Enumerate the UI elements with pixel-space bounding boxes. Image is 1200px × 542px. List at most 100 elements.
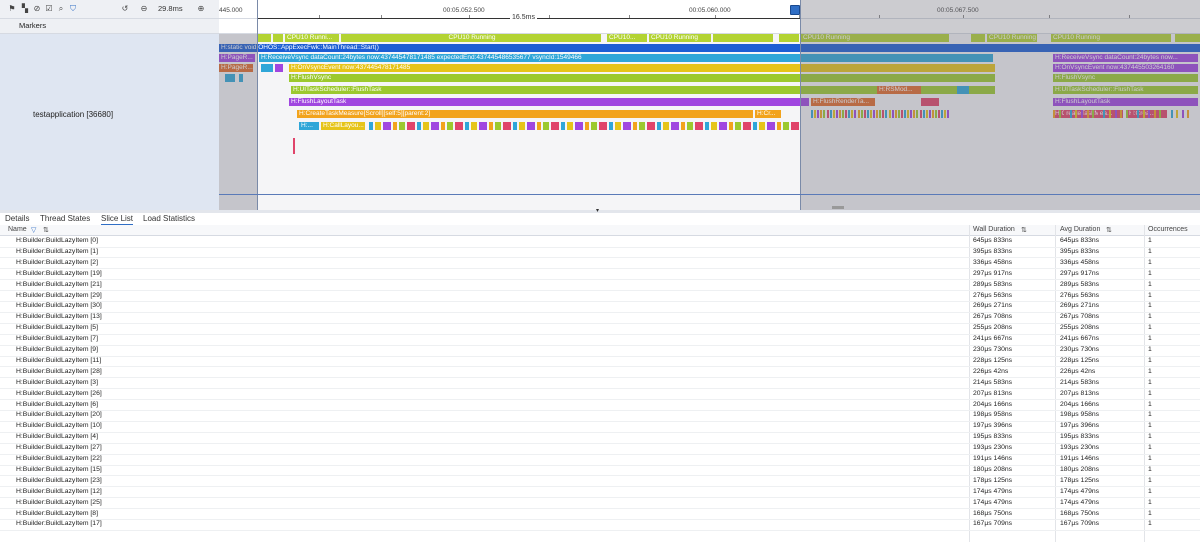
selection-end-line[interactable] bbox=[800, 0, 801, 210]
undo-icon[interactable]: ↺ bbox=[120, 3, 130, 14]
cpu-slice[interactable]: CPU10 Running bbox=[649, 34, 711, 42]
cpu-slice[interactable]: CPU10 Running bbox=[1051, 34, 1171, 42]
table-row[interactable]: H:Builder:BuildLazyItem [20] 198μs 958ns 1… bbox=[0, 410, 1200, 422]
tab-thread-states[interactable]: Thread States bbox=[40, 213, 90, 224]
slice-item[interactable] bbox=[489, 122, 493, 130]
checklist-icon[interactable]: ☑ bbox=[44, 3, 54, 14]
marker-icon[interactable]: ▚ bbox=[20, 3, 30, 14]
table-row[interactable]: H:Builder:BuildLazyItem [21] 289μs 583ns 2… bbox=[0, 280, 1200, 292]
column-avg-header[interactable]: Avg Duration bbox=[1060, 226, 1100, 233]
slice-item[interactable] bbox=[369, 122, 373, 130]
table-row[interactable]: H:Builder:BuildLazyItem [17] 167μs 709ns 1… bbox=[0, 519, 1200, 531]
slice-on-vsync-right[interactable]: H:OnVsyncEvent now:437445503264160 bbox=[1053, 64, 1198, 72]
slice-item[interactable] bbox=[465, 122, 469, 130]
slice-item[interactable] bbox=[609, 122, 613, 130]
slice-item[interactable] bbox=[687, 122, 693, 130]
slice-item[interactable] bbox=[633, 122, 637, 130]
slice-item[interactable] bbox=[743, 122, 751, 130]
slice-item[interactable] bbox=[561, 122, 565, 130]
slice-item[interactable] bbox=[705, 122, 709, 130]
slice-item[interactable] bbox=[455, 122, 463, 130]
table-row[interactable]: H:Builder:BuildLazyItem [29] 276μs 563ns 2… bbox=[0, 291, 1200, 303]
slice-item[interactable] bbox=[399, 122, 405, 130]
cpu-slice[interactable]: CPU10 Running bbox=[987, 34, 1037, 42]
cpu-slice[interactable]: CPU10 Running bbox=[801, 34, 949, 42]
slice-receive-vsync[interactable]: H:ReceiveVsync dataCount:24bytes now:437… bbox=[259, 54, 993, 62]
range-handle-icon[interactable] bbox=[790, 5, 800, 15]
slice-item[interactable] bbox=[777, 122, 781, 130]
table-row[interactable]: H:Builder:BuildLazyItem [9] 230μs 730ns 23… bbox=[0, 345, 1200, 357]
slice-item[interactable] bbox=[719, 122, 727, 130]
slice-item[interactable] bbox=[729, 122, 733, 130]
cpu-slice[interactable]: CPU10 Running bbox=[341, 34, 601, 42]
slice-item[interactable] bbox=[431, 122, 439, 130]
slice-item[interactable] bbox=[441, 122, 445, 130]
slice-item[interactable] bbox=[519, 122, 525, 130]
table-row[interactable]: H:Builder:BuildLazyItem [23] 178μs 125ns 1… bbox=[0, 476, 1200, 488]
slice-item[interactable] bbox=[681, 122, 685, 130]
cpu-slice[interactable]: CPU10 Runni... bbox=[285, 34, 339, 42]
time-ruler[interactable]: 445.000 00:05.052.500 00:05.060.000 00:0… bbox=[219, 0, 1200, 19]
table-row[interactable]: H:Builder:BuildLazyItem [13] 267μs 708ns 2… bbox=[0, 312, 1200, 324]
table-row[interactable]: H:Builder:BuildLazyItem [12] 174μs 479ns 1… bbox=[0, 487, 1200, 499]
table-row[interactable]: H:Builder:BuildLazyItem [1] 395μs 833ns 39… bbox=[0, 247, 1200, 259]
slice-item[interactable] bbox=[407, 122, 415, 130]
slice-item[interactable] bbox=[623, 122, 631, 130]
table-row[interactable]: H:Builder:BuildLazyItem [26] 207μs 813ns 2… bbox=[0, 389, 1200, 401]
slice-h-short[interactable]: H:... bbox=[299, 122, 319, 130]
slice-item[interactable] bbox=[527, 122, 535, 130]
slice-item[interactable] bbox=[575, 122, 583, 130]
slice-item[interactable] bbox=[647, 122, 655, 130]
table-row[interactable]: H:Builder:BuildLazyItem [6] 204μs 166ns 20… bbox=[0, 400, 1200, 412]
slice-item[interactable] bbox=[585, 122, 589, 130]
table-row[interactable]: H:Builder:BuildLazyItem [2] 336μs 458ns 33… bbox=[0, 258, 1200, 270]
slice-item[interactable] bbox=[735, 122, 741, 130]
tab-slice-list[interactable]: Slice List bbox=[101, 213, 134, 225]
slice-item[interactable] bbox=[753, 122, 757, 130]
column-occ-header[interactable]: Occurrences bbox=[1148, 226, 1188, 233]
markers-strip[interactable] bbox=[219, 19, 1200, 34]
slice-item[interactable] bbox=[551, 122, 559, 130]
slice-item[interactable] bbox=[663, 122, 669, 130]
flag-icon[interactable]: ⚑ bbox=[7, 3, 17, 14]
filter-icon[interactable]: ⛉ bbox=[68, 3, 78, 14]
sort-icon[interactable]: ⇅ bbox=[1021, 226, 1027, 234]
table-row[interactable]: H:Builder:BuildLazyItem [27] 193μs 230ns 1… bbox=[0, 443, 1200, 455]
table-row[interactable]: H:Builder:BuildLazyItem [30] 269μs 271ns 2… bbox=[0, 301, 1200, 313]
filter-icon[interactable]: ▽ bbox=[31, 226, 36, 234]
sort-icon[interactable]: ⇅ bbox=[43, 226, 49, 234]
column-name-header[interactable]: Name bbox=[8, 226, 27, 233]
table-row[interactable]: H:Builder:BuildLazyItem [10] 197μs 396ns 1… bbox=[0, 421, 1200, 433]
slice-item[interactable] bbox=[671, 122, 679, 130]
table-row[interactable]: H:Builder:BuildLazyItem [5] 255μs 208ns 25… bbox=[0, 323, 1200, 335]
slice-item[interactable] bbox=[375, 122, 381, 130]
table-row[interactable]: H:Builder:BuildLazyItem [11] 228μs 125ns 2… bbox=[0, 356, 1200, 368]
slice-item[interactable] bbox=[767, 122, 775, 130]
slice-item[interactable] bbox=[479, 122, 487, 130]
slice-item[interactable] bbox=[383, 122, 391, 130]
slice-item[interactable] bbox=[513, 122, 517, 130]
tab-details[interactable]: Details bbox=[5, 213, 29, 224]
slice-item[interactable] bbox=[447, 122, 453, 130]
slice-item[interactable] bbox=[567, 122, 573, 130]
slice-create-task[interactable]: H:CreateTaskMeasure[Scroll][self:5][pare… bbox=[297, 110, 753, 118]
zoom-in-icon[interactable]: ⊕ bbox=[196, 3, 206, 14]
slice-flush-render[interactable]: H:FlushRenderTa... bbox=[811, 98, 875, 106]
table-row[interactable]: H:Builder:BuildLazyItem [28] 226μs 42ns 22… bbox=[0, 367, 1200, 379]
slice-item[interactable] bbox=[599, 122, 607, 130]
table-row[interactable]: H:Builder:BuildLazyItem [7] 241μs 667ns 24… bbox=[0, 334, 1200, 346]
zoom-out-icon[interactable]: ⊖ bbox=[139, 3, 149, 14]
search-icon[interactable]: ⌕ bbox=[56, 3, 66, 14]
selection-start-line[interactable] bbox=[257, 0, 258, 210]
slice-item[interactable] bbox=[471, 122, 477, 130]
slice-item[interactable] bbox=[503, 122, 511, 130]
slice-rs-mod[interactable]: H:RSMod... bbox=[877, 86, 921, 94]
ban-icon[interactable]: ⊘ bbox=[32, 3, 42, 14]
slice-receive-vsync-right[interactable]: H:ReceiveVsync dataCount:24bytes now... bbox=[1053, 54, 1198, 62]
slice-item[interactable] bbox=[791, 122, 799, 130]
slice-item[interactable] bbox=[695, 122, 703, 130]
column-wall-header[interactable]: Wall Duration bbox=[973, 226, 1015, 233]
cpu-slice[interactable]: CPU10... bbox=[607, 34, 647, 42]
table-row[interactable]: H:Builder:BuildLazyItem [19] 297μs 917ns 2… bbox=[0, 269, 1200, 281]
slice-item[interactable] bbox=[657, 122, 661, 130]
